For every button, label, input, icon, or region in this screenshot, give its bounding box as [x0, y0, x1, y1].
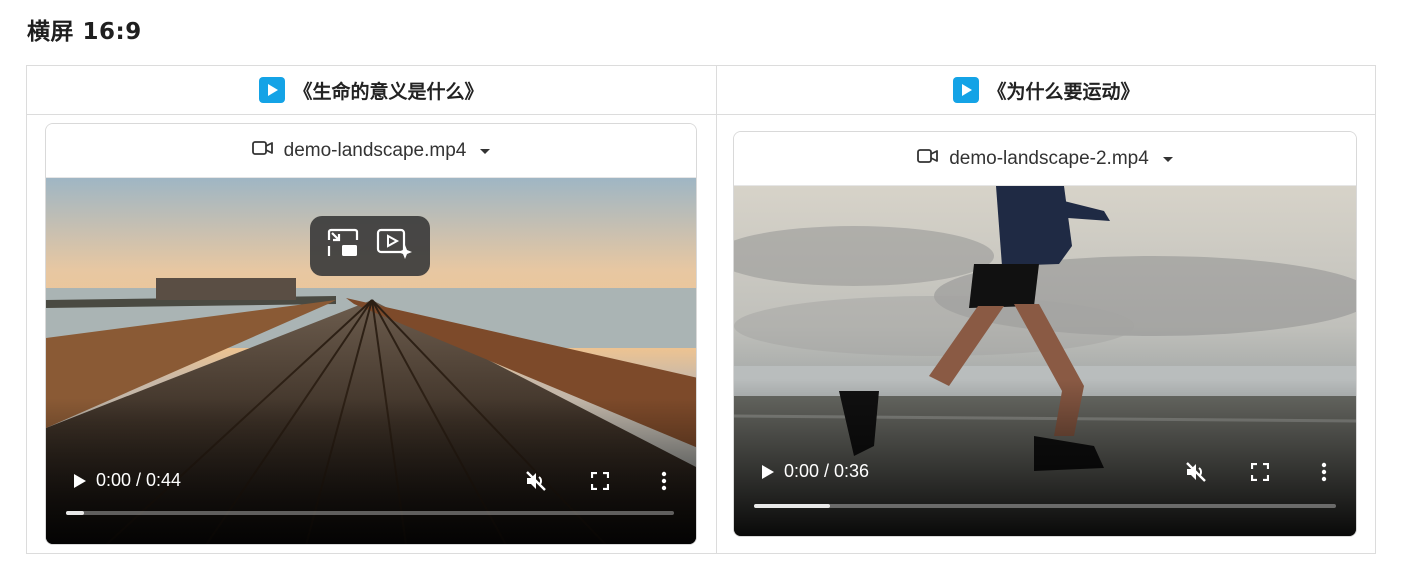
caret-down-icon[interactable]	[480, 149, 491, 154]
file-selector-2[interactable]: demo-landscape-2.mp4	[734, 132, 1356, 186]
pip-popup	[310, 216, 430, 276]
time-display-1: 0:00 / 0:44	[96, 470, 182, 490]
video-camera-icon	[251, 140, 274, 162]
column-header-2-label: 《为什么要运动》	[987, 80, 1140, 103]
mute-icon[interactable]	[522, 467, 550, 495]
file-name-1: demo-landscape.mp4	[283, 139, 467, 161]
caret-down-icon[interactable]	[1162, 157, 1173, 162]
page-title: 横屏 16:9	[27, 19, 142, 45]
more-icon[interactable]	[1310, 458, 1338, 486]
play-badge-icon	[953, 77, 980, 103]
video-player-2[interactable]: 0:00 / 0:36	[734, 186, 1356, 536]
auto-pip-icon[interactable]	[376, 227, 414, 266]
video-player-1[interactable]: 0:00 / 0:44	[46, 178, 696, 544]
more-icon[interactable]	[650, 467, 678, 495]
play-badge-icon	[259, 77, 286, 103]
video-card-1: demo-landscape.mp4 0:00 / 0:44	[45, 123, 697, 545]
play-icon[interactable]	[754, 458, 782, 486]
progress-fill-1	[66, 511, 85, 515]
column-header-2: 《为什么要运动》	[717, 66, 1376, 114]
column-header-1: 《生命的意义是什么》	[27, 66, 716, 114]
file-selector-1[interactable]: demo-landscape.mp4	[46, 124, 696, 178]
column-divider	[716, 66, 717, 553]
header-divider	[27, 114, 1375, 115]
progress-fill-2	[754, 504, 830, 508]
controls-bar-1: 0:00 / 0:44	[46, 466, 696, 496]
progress-bar-1[interactable]	[66, 511, 674, 515]
video-card-2: demo-landscape-2.mp4 0:00 / 0:36	[733, 131, 1357, 537]
progress-bar-2[interactable]	[754, 504, 1336, 508]
controls-bar-2: 0:00 / 0:36	[734, 457, 1356, 487]
fullscreen-icon[interactable]	[1246, 458, 1274, 486]
fullscreen-icon[interactable]	[586, 467, 614, 495]
time-display-2: 0:00 / 0:36	[784, 461, 870, 481]
video-camera-icon	[917, 148, 939, 170]
play-icon[interactable]	[66, 467, 94, 495]
exit-pip-icon[interactable]	[326, 228, 360, 265]
file-name-2: demo-landscape-2.mp4	[949, 147, 1149, 169]
mute-icon[interactable]	[1182, 458, 1210, 486]
column-header-1-label: 《生命的意义是什么》	[293, 80, 484, 103]
